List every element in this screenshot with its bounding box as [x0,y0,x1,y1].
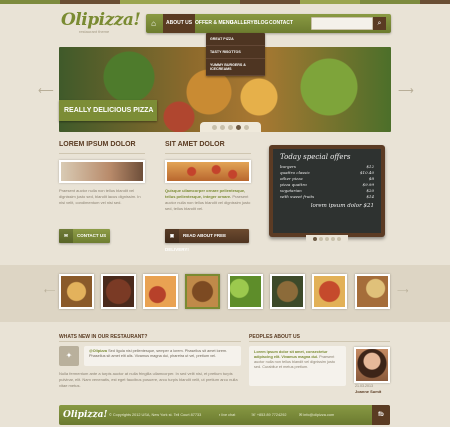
board-dot[interactable] [319,237,323,241]
logo-text: Olipizza! [61,10,141,30]
divider [59,341,241,342]
gallery-thumb-active[interactable] [185,274,220,309]
search-input[interactable] [311,17,373,30]
slider-prev-arrow-icon[interactable]: ⟵ [38,84,54,97]
col1-title: Lorem ipsum dolor [59,141,136,148]
slider-dot[interactable] [212,124,217,130]
board-dot[interactable] [337,237,341,241]
board-pagination [306,235,348,243]
offer-price: $14 [366,194,374,199]
quote-highlight: Lorem ipsum dolor sit amet, consectetur … [254,350,328,359]
slider-dot[interactable] [228,124,233,130]
special-offers-board: Today special offers burgers $12 quattro … [269,145,385,237]
divider [165,153,251,154]
offer-name: with sweet fruits [280,194,315,199]
col1-photo [59,160,145,183]
testimonial-quote: Lorem ipsum dolor sit amet, consectetur … [249,346,346,386]
tweet-text: Sed ligula nisi pellentesque, semper a l… [89,349,228,358]
dropdown-item-burgers[interactable]: Yummy burgers & icecreams [206,59,265,76]
twitter-bird-icon[interactable]: ✦ [59,346,79,366]
gallery-thumb[interactable] [270,274,305,309]
gallery-thumb[interactable] [101,274,136,309]
testimonial-section-title: Peoples about us [249,334,300,340]
nav-item-contact[interactable]: Contact [266,14,296,33]
footer-email-label: info@olipizza.com [303,413,335,417]
gallery-next-arrow-icon[interactable]: ⟶ [397,286,408,295]
search-icon[interactable]: ⌕ [373,17,386,30]
twitter-section-title: Whats new in our restaurant? [59,334,148,340]
top-stripe [0,0,450,4]
divider [59,153,145,154]
col2-title: Sit amet dolor [165,141,225,148]
free-delivery-button[interactable]: ▣ Read about free delivery! [165,229,249,252]
slider-dot[interactable] [220,124,225,130]
footer-phone: ☏ +853 89 7724292 [251,405,286,425]
twitter-handle[interactable]: @Olipizza [89,349,107,353]
col2-text: Quisque ullamcorper ornare pellentesque,… [165,188,251,212]
dropdown-item-risottos[interactable]: Tasty risottos [206,46,265,59]
testimonial-date: 21.03.2013 [355,384,373,388]
home-icon[interactable]: ⌂ [146,14,161,33]
mail-icon: ✉ [59,229,73,243]
tweet-box: @Olipizza Sed ligula nisi pellentesque, … [84,346,241,366]
footer-logo[interactable]: Olipizza! [63,405,107,425]
testimonial-author: Joanne Sumit [355,389,382,394]
gallery-thumb[interactable] [143,274,178,309]
gallery-thumb[interactable] [228,274,263,309]
gallery-thumb[interactable] [355,274,390,309]
board-title: Today special offers [280,153,351,161]
main-nav: ⌂ About us Offer & Menu Gallery Blog Con… [146,14,391,33]
footer-chat[interactable]: ▪ live chat [219,405,235,425]
divider [249,341,390,342]
dropdown-item-pizza[interactable]: Great pizza [206,33,265,46]
news-body-text: Nulla fermentum ante a turpis auctor at … [59,371,238,388]
author-avatar [354,347,390,383]
footer-email[interactable]: ✉ info@olipizza.com [299,405,334,425]
gallery-thumb[interactable] [59,274,94,309]
facebook-icon[interactable]: fb [372,405,390,425]
board-dot-active[interactable] [313,237,317,241]
slider-dot-active[interactable] [236,124,241,130]
footer-phone-label: +853 89 7724292 [256,413,287,417]
offer-row: with sweet fruits $14 [280,194,374,200]
gallery-prev-arrow-icon[interactable]: ⟵ [44,286,55,295]
footer-copyright: © Copyrights 2012 USA, New York st. Tell… [109,413,202,417]
site-logo[interactable]: Olipizza! restaurant theme [61,10,141,34]
footer-bar: Olipizza! © Copyrights 2012 USA, New Yor… [59,405,390,425]
col1-text: Praesent auctor nulla non tellus blandit… [59,188,141,205]
gallery-thumb[interactable] [312,274,347,309]
truck-icon: ▣ [165,229,179,243]
board-dot[interactable] [325,237,329,241]
contact-us-button[interactable]: ✉ Contact us [59,229,110,243]
offer-dropdown: Great pizza Tasty risottos Yummy burgers… [206,33,265,76]
slider-pagination [200,122,261,132]
slider-caption: Really delicious pizza [59,100,157,121]
footer-chat-label: live chat [221,413,236,417]
nav-item-about[interactable]: About us [163,14,196,33]
contact-us-label: Contact us [77,233,107,238]
board-footer: lorem ipsum dolor $21 [310,203,374,209]
slider-next-arrow-icon[interactable]: ⟶ [398,84,414,97]
slider-dot[interactable] [244,124,249,130]
col2-photo [165,160,251,183]
board-dot[interactable] [331,237,335,241]
